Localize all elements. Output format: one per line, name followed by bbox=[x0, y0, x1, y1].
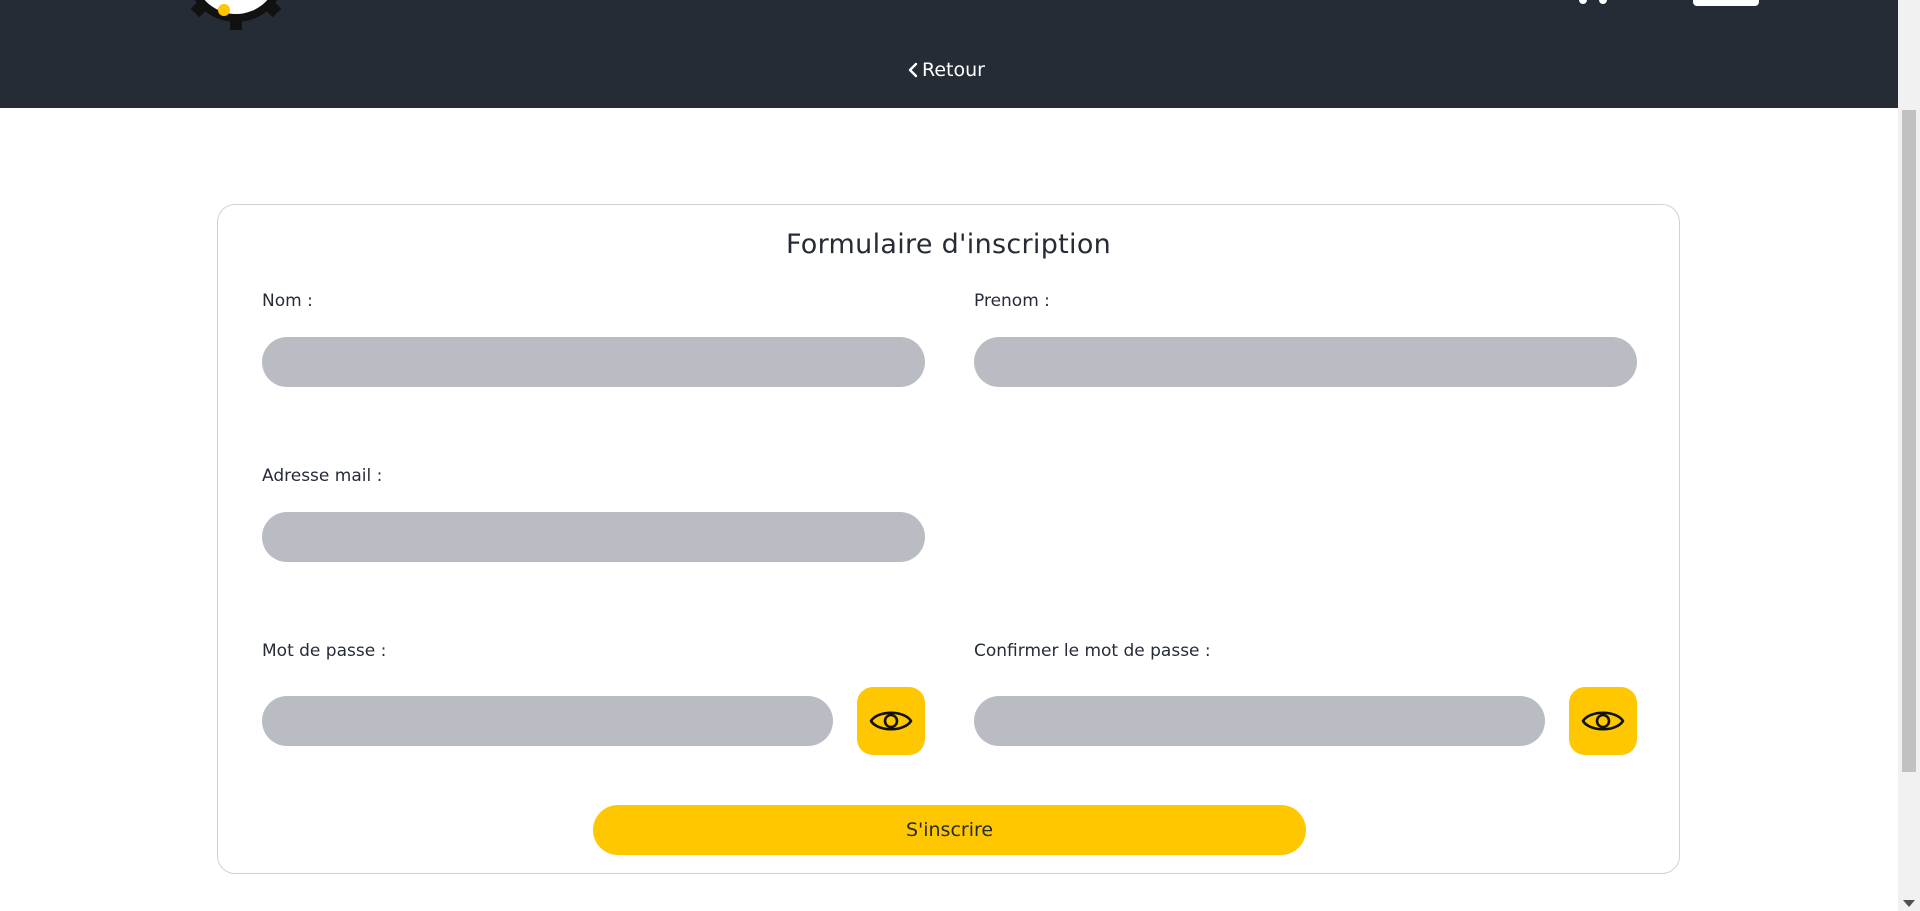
form-title: Formulaire d'inscription bbox=[785, 229, 1112, 260]
gear-logo[interactable] bbox=[176, 0, 296, 32]
email-label: Adresse mail : bbox=[262, 466, 383, 486]
eye-icon bbox=[869, 711, 913, 731]
registration-form-card: Formulaire d'inscription Nom : Prenom : … bbox=[217, 204, 1680, 874]
password-input[interactable] bbox=[262, 696, 833, 746]
email-input[interactable] bbox=[262, 512, 925, 562]
prenom-input[interactable] bbox=[974, 337, 1637, 387]
chevron-left-icon bbox=[908, 62, 918, 78]
scrollbar-thumb[interactable] bbox=[1902, 110, 1916, 772]
password-label: Mot de passe : bbox=[262, 641, 387, 661]
nom-label: Nom : bbox=[262, 291, 313, 311]
toggle-password-confirm-button[interactable] bbox=[1569, 687, 1637, 755]
submit-button[interactable]: S'inscrire bbox=[593, 805, 1306, 855]
nom-input[interactable] bbox=[262, 337, 925, 387]
cart-icon[interactable] bbox=[1575, 0, 1615, 8]
prenom-label: Prenom : bbox=[974, 291, 1050, 311]
scrollbar[interactable] bbox=[1898, 0, 1920, 911]
back-link[interactable]: Retour bbox=[908, 58, 985, 82]
page: Retour Formulaire d'inscription Nom : Pr… bbox=[0, 0, 1920, 911]
back-link-label: Retour bbox=[922, 59, 985, 81]
account-button[interactable] bbox=[1693, 0, 1759, 6]
header-bar: Retour bbox=[0, 0, 1898, 108]
password-confirm-input[interactable] bbox=[974, 696, 1545, 746]
toggle-password-button[interactable] bbox=[857, 687, 925, 755]
scroll-down-arrow-icon[interactable] bbox=[1903, 900, 1915, 907]
eye-icon bbox=[1581, 711, 1625, 731]
password-confirm-label: Confirmer le mot de passe : bbox=[974, 641, 1211, 661]
